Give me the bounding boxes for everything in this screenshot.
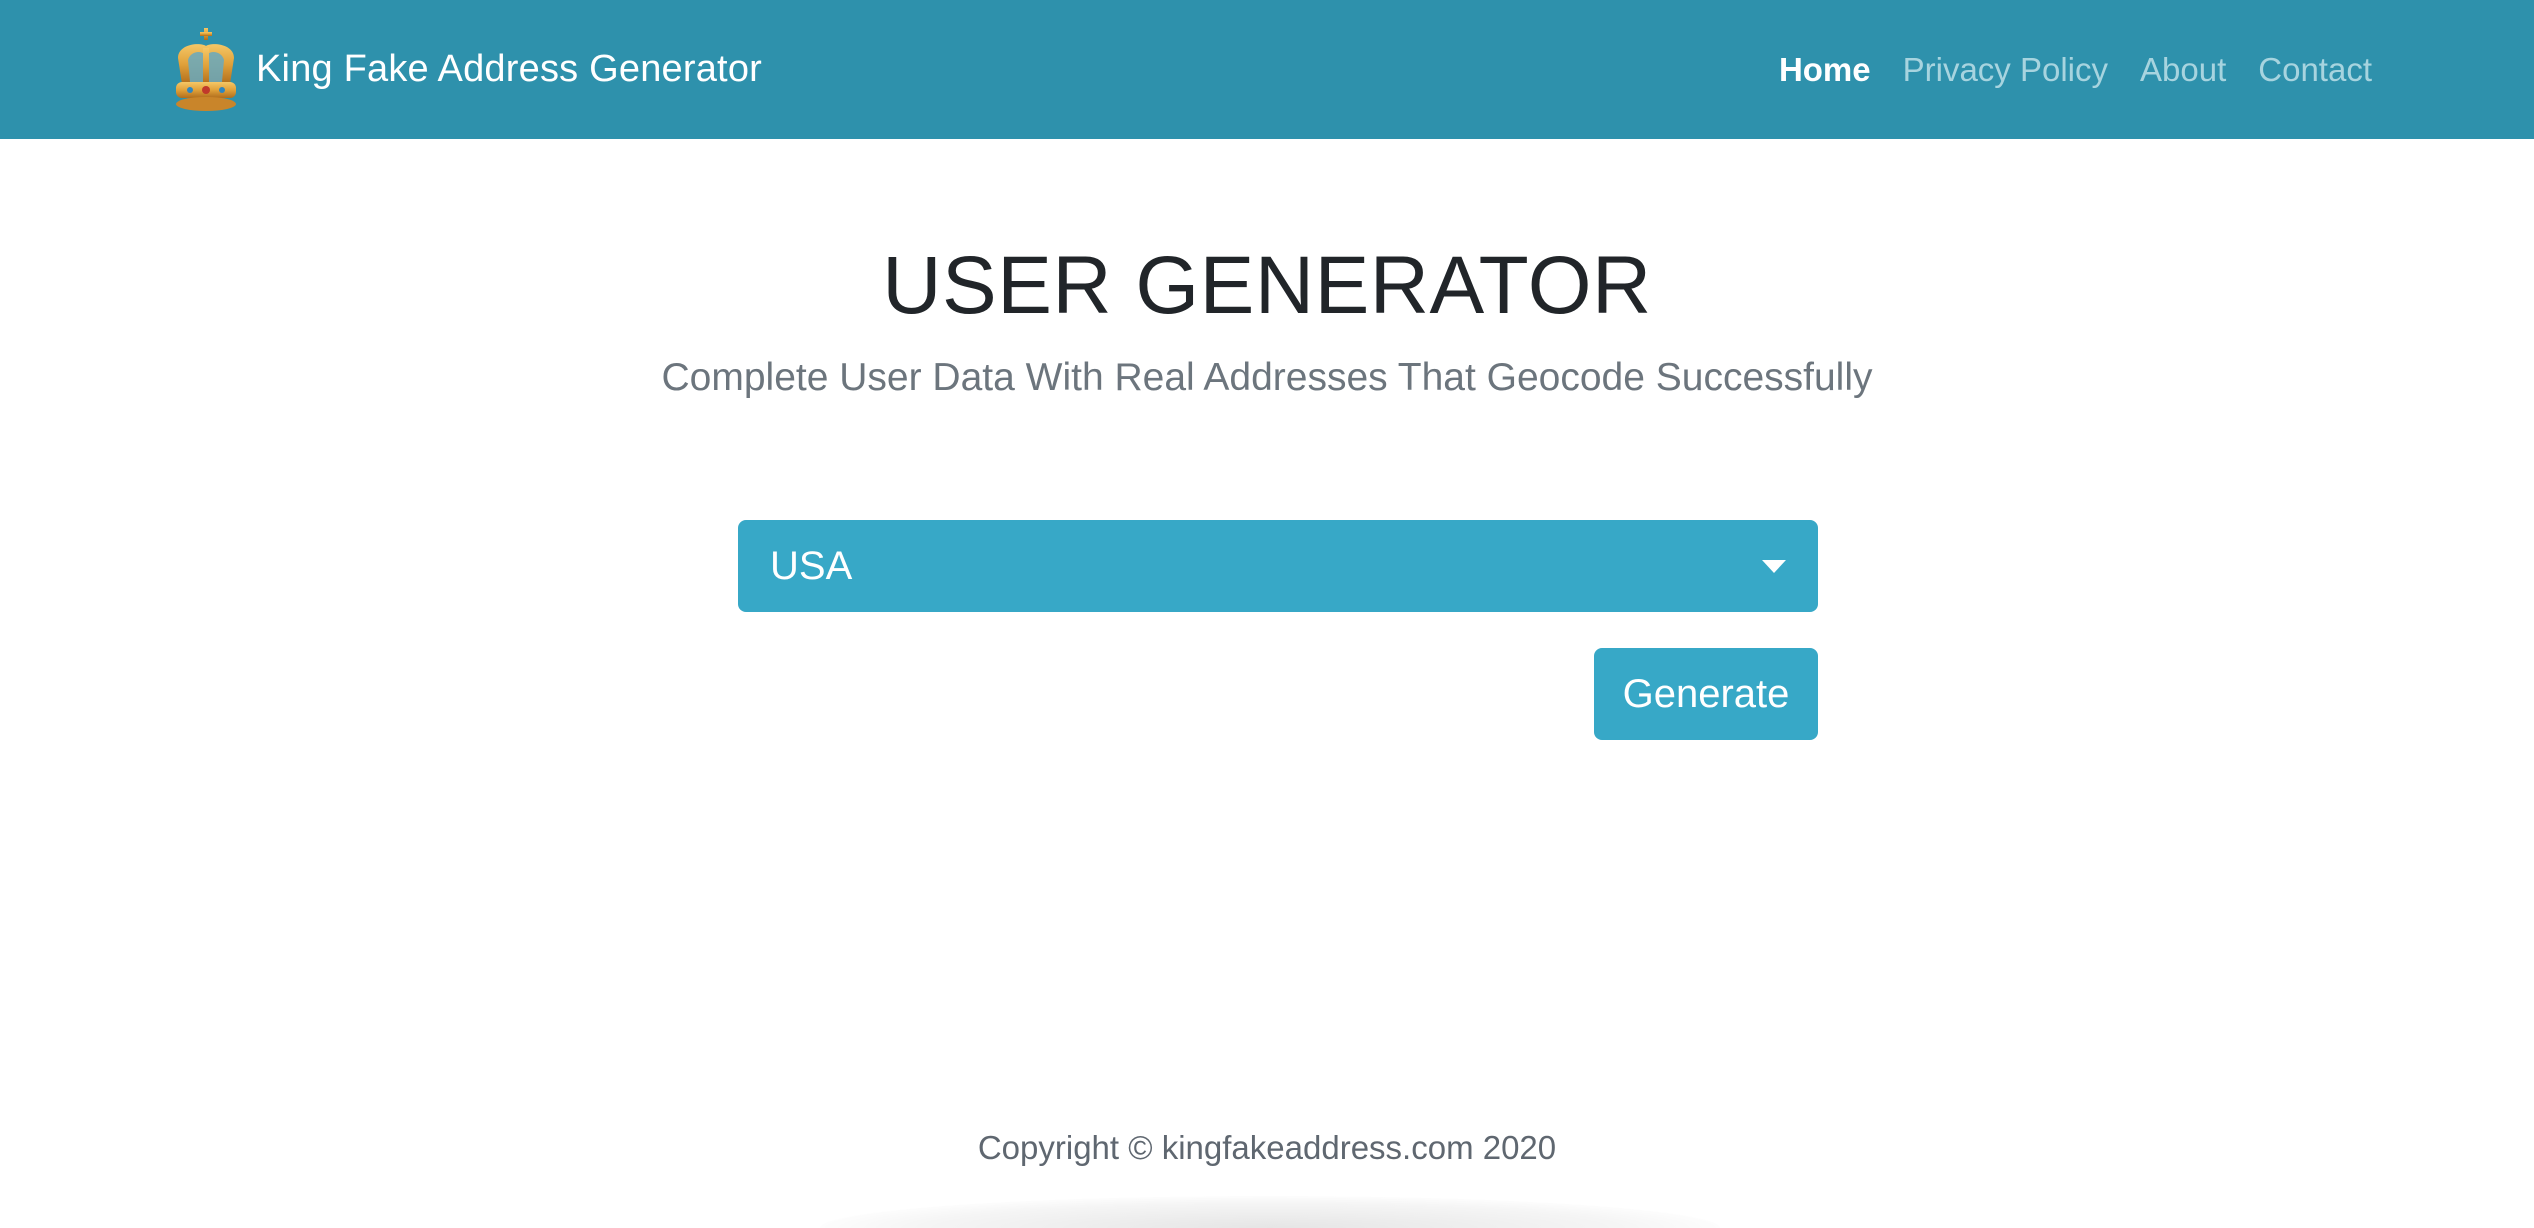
- top-navbar: King Fake Address Generator Home Privacy…: [0, 0, 2534, 139]
- nav-link-about[interactable]: About: [2140, 51, 2226, 89]
- main-nav: Home Privacy Policy About Contact: [1747, 44, 2372, 96]
- page-subtitle: Complete User Data With Real Addresses T…: [661, 356, 1873, 399]
- crown-icon: [176, 28, 236, 111]
- footer-copyright: Copyright © kingfakeaddress.com 2020: [977, 1129, 1557, 1166]
- country-select[interactable]: USA: [738, 520, 1818, 612]
- page-title: USER GENERATOR: [882, 240, 1652, 331]
- brand-title: King Fake Address Generator: [256, 47, 763, 90]
- nav-link-home[interactable]: Home: [1779, 51, 1871, 89]
- country-select-value: USA: [770, 544, 853, 588]
- footer-shadow: [820, 1196, 1720, 1228]
- chevron-down-icon: [1762, 560, 1786, 573]
- generate-button[interactable]: Generate: [1594, 648, 1818, 740]
- nav-link-contact[interactable]: Contact: [2258, 51, 2372, 89]
- nav-link-privacy-policy[interactable]: Privacy Policy: [1903, 51, 2108, 89]
- brand-link[interactable]: King Fake Address Generator: [170, 24, 762, 114]
